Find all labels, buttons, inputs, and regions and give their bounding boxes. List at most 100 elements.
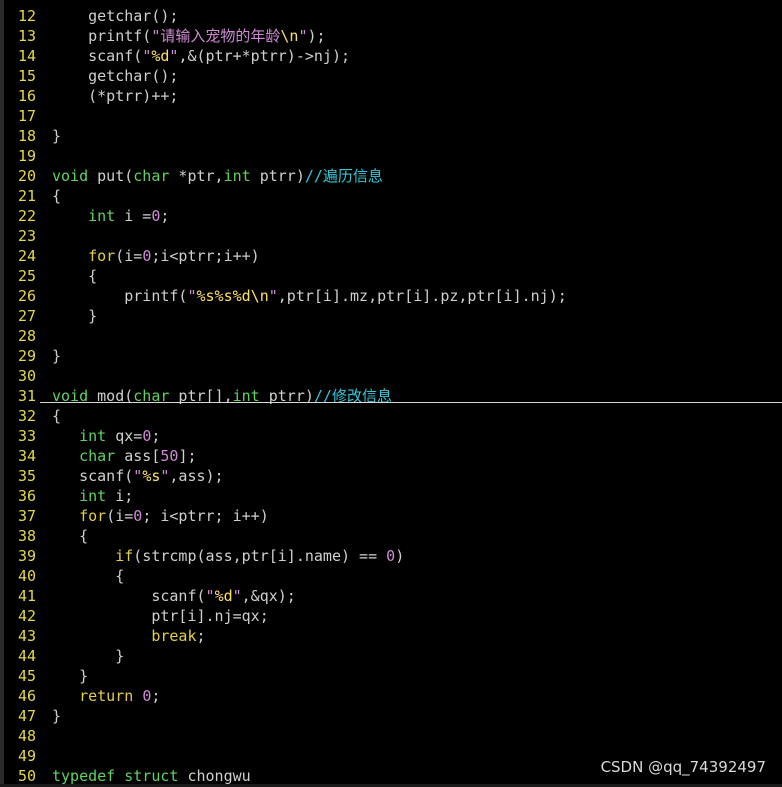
code-line[interactable]: 45 } (0, 666, 782, 686)
code-token: 50 (160, 447, 179, 465)
code-token: int (223, 167, 251, 185)
line-number: 46 (17, 687, 36, 705)
line-number: 22 (17, 207, 36, 225)
line-number: 38 (17, 527, 36, 545)
line-number: 43 (17, 627, 36, 645)
code-token: int (88, 207, 116, 225)
code-line[interactable]: 34 char ass[50]; (0, 446, 782, 466)
code-token: //遍历信息 (304, 167, 383, 185)
code-text: (*ptrr)++; (52, 86, 178, 106)
code-text: for(i=0; i<ptrr; i++) (52, 506, 269, 526)
code-token: "请输入宠物的年龄 (151, 27, 281, 45)
code-token: ); (307, 27, 326, 45)
code-line[interactable]: 22 int i =0; (0, 206, 782, 226)
line-number: 15 (17, 67, 36, 85)
code-line[interactable]: 42 ptr[i].nj=qx; (0, 606, 782, 626)
line-number: 47 (17, 707, 36, 725)
code-text: getchar(); (52, 6, 178, 26)
code-text: } (52, 666, 88, 686)
code-token: i = (115, 207, 152, 225)
code-token: " (133, 467, 143, 485)
code-token: { (52, 527, 89, 545)
code-token: typedef (52, 767, 116, 785)
code-line[interactable]: 26 printf("%s%s%d\n",ptr[i].mz,ptr[i].pz… (0, 286, 782, 306)
code-token: 0 (142, 247, 152, 265)
code-line[interactable]: 24 for(i=0;i<ptrr;i++) (0, 246, 782, 266)
code-token: %s%s%d\n (196, 287, 269, 305)
code-editor[interactable]: 12 getchar(); 13 printf("请输入宠物的年龄\n"); 14 … (0, 0, 782, 787)
code-line[interactable]: 12 getchar(); (0, 6, 782, 26)
code-line[interactable]: 33 int qx=0; (0, 426, 782, 446)
code-token: break (151, 627, 197, 645)
line-number: 45 (17, 667, 36, 685)
code-token: \n (280, 27, 299, 45)
code-token: 0 (142, 687, 152, 705)
code-token: struct (124, 767, 179, 785)
code-line[interactable]: 37 for(i=0; i<ptrr; i++) (0, 506, 782, 526)
code-line[interactable]: 39 if(strcmp(ass,ptr[i].name) == 0) (0, 546, 782, 566)
code-text: for(i=0;i<ptrr;i++) (52, 246, 260, 266)
code-line[interactable]: 48 (0, 726, 782, 746)
line-number: 29 (17, 347, 36, 365)
code-text: printf("%s%s%d\n",ptr[i].mz,ptr[i].pz,pt… (52, 286, 567, 306)
line-number: 18 (17, 127, 36, 145)
code-token: ]; (178, 447, 197, 465)
code-line[interactable]: 44 } (0, 646, 782, 666)
code-line[interactable]: 25 { (0, 266, 782, 286)
code-line[interactable]: 35 scanf("%s",ass); (0, 466, 782, 486)
code-text: { (52, 266, 97, 286)
code-line[interactable]: 41 scanf("%d",&qx); (0, 586, 782, 606)
code-token: } (52, 127, 62, 145)
code-text: printf("请输入宠物的年龄\n"); (52, 26, 326, 46)
code-line[interactable]: 30 (0, 366, 782, 386)
code-text: break; (52, 626, 206, 646)
code-line[interactable]: 13 printf("请输入宠物的年龄\n"); (0, 26, 782, 46)
code-text: return 0; (52, 686, 160, 706)
code-line[interactable]: 32 { (0, 406, 782, 426)
code-line[interactable]: 14 scanf("%d",&(ptr+*ptrr)->nj); (0, 46, 782, 66)
code-line[interactable]: 17 (0, 106, 782, 126)
code-line[interactable]: 21 { (0, 186, 782, 206)
code-text: } (52, 306, 97, 326)
code-text: } (52, 706, 61, 726)
line-number: 40 (17, 567, 36, 585)
code-line[interactable]: 23 (0, 226, 782, 246)
code-line[interactable]: 38 { (0, 526, 782, 546)
code-line[interactable]: 46 return 0; (0, 686, 782, 706)
code-token: " (187, 287, 197, 305)
code-text: int i; (52, 486, 133, 506)
code-token: ; (151, 687, 161, 705)
code-text: { (52, 566, 124, 586)
code-line[interactable]: 18} (0, 126, 782, 146)
code-token: ,&qx); (241, 587, 296, 605)
code-text: scanf("%d",&qx); (52, 586, 296, 606)
code-line[interactable]: 43 break; (0, 626, 782, 646)
code-text: if(strcmp(ass,ptr[i].name) == 0) (52, 546, 404, 566)
line-number: 19 (17, 147, 36, 165)
code-token: 0 (133, 507, 143, 525)
code-line[interactable]: 20 void put(char *ptr,int ptrr)//遍历信息 (0, 166, 782, 186)
code-token: for (88, 247, 116, 265)
line-number: 49 (17, 747, 36, 765)
code-line[interactable]: 29} (0, 346, 782, 366)
code-text: typedef struct chongwu (52, 766, 251, 786)
code-line[interactable]: 47} (0, 706, 782, 726)
code-token: if (115, 547, 134, 565)
code-line[interactable]: 28 (0, 326, 782, 346)
code-line[interactable]: 27 } (0, 306, 782, 326)
code-line[interactable]: 16 (*ptrr)++; (0, 86, 782, 106)
code-token: int (79, 487, 107, 505)
code-line[interactable]: 31 void mod(char ptr[],int ptrr)//修改信息 (0, 386, 782, 406)
code-line[interactable]: 19 (0, 146, 782, 166)
code-token: " (205, 587, 215, 605)
code-token: ) (395, 547, 405, 565)
code-line[interactable]: 40 { (0, 566, 782, 586)
code-line[interactable]: 36 int i; (0, 486, 782, 506)
code-token: ; (196, 627, 206, 645)
code-token: (i= (115, 247, 143, 265)
code-line[interactable]: 15 getchar(); (0, 66, 782, 86)
